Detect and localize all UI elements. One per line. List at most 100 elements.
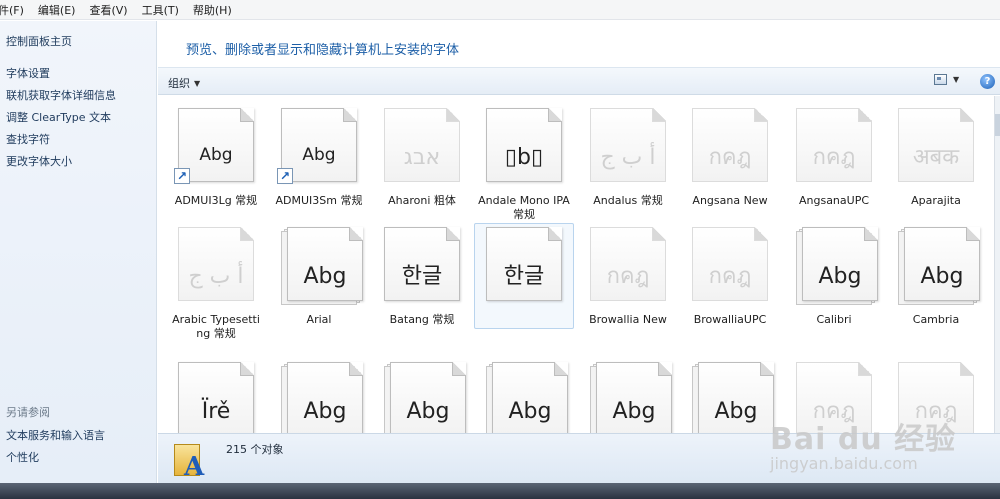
font-name-label: Arial	[306, 313, 332, 326]
font-tile[interactable]: Abg ↗ ADMUI3Lg 常规	[170, 108, 262, 208]
font-page-icon: กคฎ	[692, 108, 768, 182]
control-panel-home-link[interactable]: 控制面板主页	[6, 33, 72, 49]
font-name-label: Aharoni 粗体	[388, 194, 456, 207]
font-sample-text: Ïrě	[201, 399, 231, 424]
font-sample-text: Abg	[612, 399, 656, 424]
font-tile[interactable]: أ ب ج Andalus 常规	[582, 108, 674, 208]
item-count: 215 个对象	[226, 443, 284, 456]
font-preview: กคฎ	[684, 227, 776, 305]
font-preview: Abg	[684, 362, 776, 433]
menu-bar: 件(F) 编辑(E) 查看(V) 工具(T) 帮助(H)	[0, 0, 1000, 20]
font-sample-text: กคฎ	[708, 264, 752, 289]
font-page-icon: Abg	[802, 227, 878, 301]
font-preview: Abg ↗	[273, 108, 365, 186]
font-letter-glyph: A	[184, 452, 205, 482]
help-icon[interactable]: ?	[980, 74, 995, 89]
font-page-icon: Abg	[698, 362, 774, 433]
font-preview: ▯b▯	[478, 108, 570, 186]
font-settings-link[interactable]: 字体设置	[6, 65, 50, 81]
font-sample-text: Abg	[199, 145, 233, 165]
font-page-icon: 한글	[384, 227, 460, 301]
find-character-link[interactable]: 查找字符	[6, 131, 50, 147]
font-page-icon: Abg	[287, 227, 363, 301]
font-name-label: Aparajita	[911, 194, 961, 207]
cleartype-link[interactable]: 调整 ClearType 文本	[6, 109, 111, 125]
shortcut-arrow-icon: ↗	[174, 168, 190, 184]
font-page-icon: Ïrě	[178, 362, 254, 433]
font-page-icon: กคฎ	[898, 362, 974, 433]
font-tile[interactable]: Abg	[582, 362, 674, 433]
font-sample-text: กคฎ	[812, 399, 856, 424]
font-tile[interactable]: Abg Calibri	[788, 227, 880, 327]
font-page-icon: 한글	[486, 227, 562, 301]
font-tile[interactable]: אבג Aharoni 粗体	[376, 108, 468, 208]
font-tile[interactable]: กคฎ Browallia New	[582, 227, 674, 327]
command-bar: 组织 ▼ ▼ ?	[158, 67, 1000, 95]
font-tile[interactable]: أ ب ج Arabic Typesetting 常规	[170, 227, 262, 341]
font-page-icon: Abg	[287, 362, 363, 433]
font-tile[interactable]: 한글 Batang 常规	[376, 227, 468, 327]
font-tile[interactable]: Abg	[478, 362, 570, 433]
text-services-link[interactable]: 文本服务和输入语言	[6, 427, 105, 443]
font-page-icon: Abg	[390, 362, 466, 433]
font-sample-text: กคฎ	[708, 145, 752, 170]
font-preview: Abg	[788, 227, 880, 305]
details-pane: A 215 个对象	[158, 433, 1000, 483]
font-preview: กคฎ	[788, 362, 880, 433]
font-page-icon: กคฎ	[796, 108, 872, 182]
chevron-down-icon[interactable]: ▼	[953, 75, 959, 84]
font-name-label: Batang 常规	[389, 313, 455, 326]
font-sample-text: กคฎ	[606, 264, 650, 289]
font-tile[interactable]: กคฎ BrowalliaUPC	[684, 227, 776, 327]
font-name-label: AngsanaUPC	[798, 194, 870, 207]
font-tile[interactable]: Abg Cambria	[890, 227, 982, 327]
menu-tools[interactable]: 工具(T)	[135, 2, 186, 18]
font-tile[interactable]: ▯b▯ Andale Mono IPA 常规	[478, 108, 570, 222]
font-name-label: Angsana New	[692, 194, 768, 207]
task-pane: 控制面板主页 字体设置 联机获取字体详细信息 调整 ClearType 文本 查…	[0, 21, 157, 483]
font-page-icon: אבג	[384, 108, 460, 182]
font-name-label: Browallia New	[589, 313, 667, 326]
font-preview: Abg	[478, 362, 570, 433]
font-tile[interactable]: Abg	[376, 362, 468, 433]
font-sample-text: 한글	[503, 264, 545, 289]
font-tile[interactable]: Abg Arial	[273, 227, 365, 327]
menu-view[interactable]: 查看(V)	[82, 2, 134, 18]
font-tile[interactable]: Abg ↗ ADMUI3Sm 常规	[273, 108, 365, 208]
font-page-icon: กคฎ	[796, 362, 872, 433]
font-name-label: ADMUI3Sm 常规	[275, 194, 363, 207]
font-sample-text: Abg	[714, 399, 758, 424]
menu-help[interactable]: 帮助(H)	[186, 2, 239, 18]
chevron-down-icon: ▼	[194, 78, 201, 88]
font-tile[interactable]: กคฎ	[788, 362, 880, 433]
font-sample-text: Abg	[406, 399, 450, 424]
fonts-folder-icon: A	[174, 440, 208, 482]
font-tile[interactable]: กคฎ	[890, 362, 982, 433]
font-sample-text: Abg	[303, 399, 347, 424]
personalize-link[interactable]: 个性化	[6, 449, 39, 465]
view-icon	[934, 74, 947, 85]
font-tile[interactable]: Abg	[684, 362, 776, 433]
font-tile[interactable]: 한글BatangChe 常规	[474, 223, 574, 329]
font-tile[interactable]: अबक Aparajita	[890, 108, 982, 208]
font-sample-text: กคฎ	[812, 145, 856, 170]
font-sample-text: אבג	[403, 145, 441, 170]
organize-button[interactable]: 组织 ▼	[168, 75, 200, 91]
font-preview: אבג	[376, 108, 468, 186]
font-page-icon: أ ب ج	[178, 227, 254, 301]
font-preview: أ ب ج	[582, 108, 674, 186]
organize-label: 组织	[168, 77, 190, 90]
font-tile[interactable]: Ïrě	[170, 362, 262, 433]
change-font-size-link[interactable]: 更改字体大小	[6, 153, 72, 169]
font-tile[interactable]: กคฎ AngsanaUPC	[788, 108, 880, 208]
font-tile[interactable]: กคฎ Angsana New	[684, 108, 776, 208]
menu-edit[interactable]: 编辑(E)	[31, 2, 83, 18]
online-font-info-link[interactable]: 联机获取字体详细信息	[6, 87, 116, 103]
font-name-label: Andale Mono IPA 常规	[478, 194, 570, 221]
font-preview: กคฎ	[788, 108, 880, 186]
change-view-button[interactable]: ▼	[934, 74, 959, 85]
font-tile[interactable]: Abg	[273, 362, 365, 433]
vertical-scrollbar[interactable]	[994, 96, 1000, 433]
scroll-thumb[interactable]	[995, 114, 1000, 136]
menu-file[interactable]: 件(F)	[0, 2, 31, 18]
